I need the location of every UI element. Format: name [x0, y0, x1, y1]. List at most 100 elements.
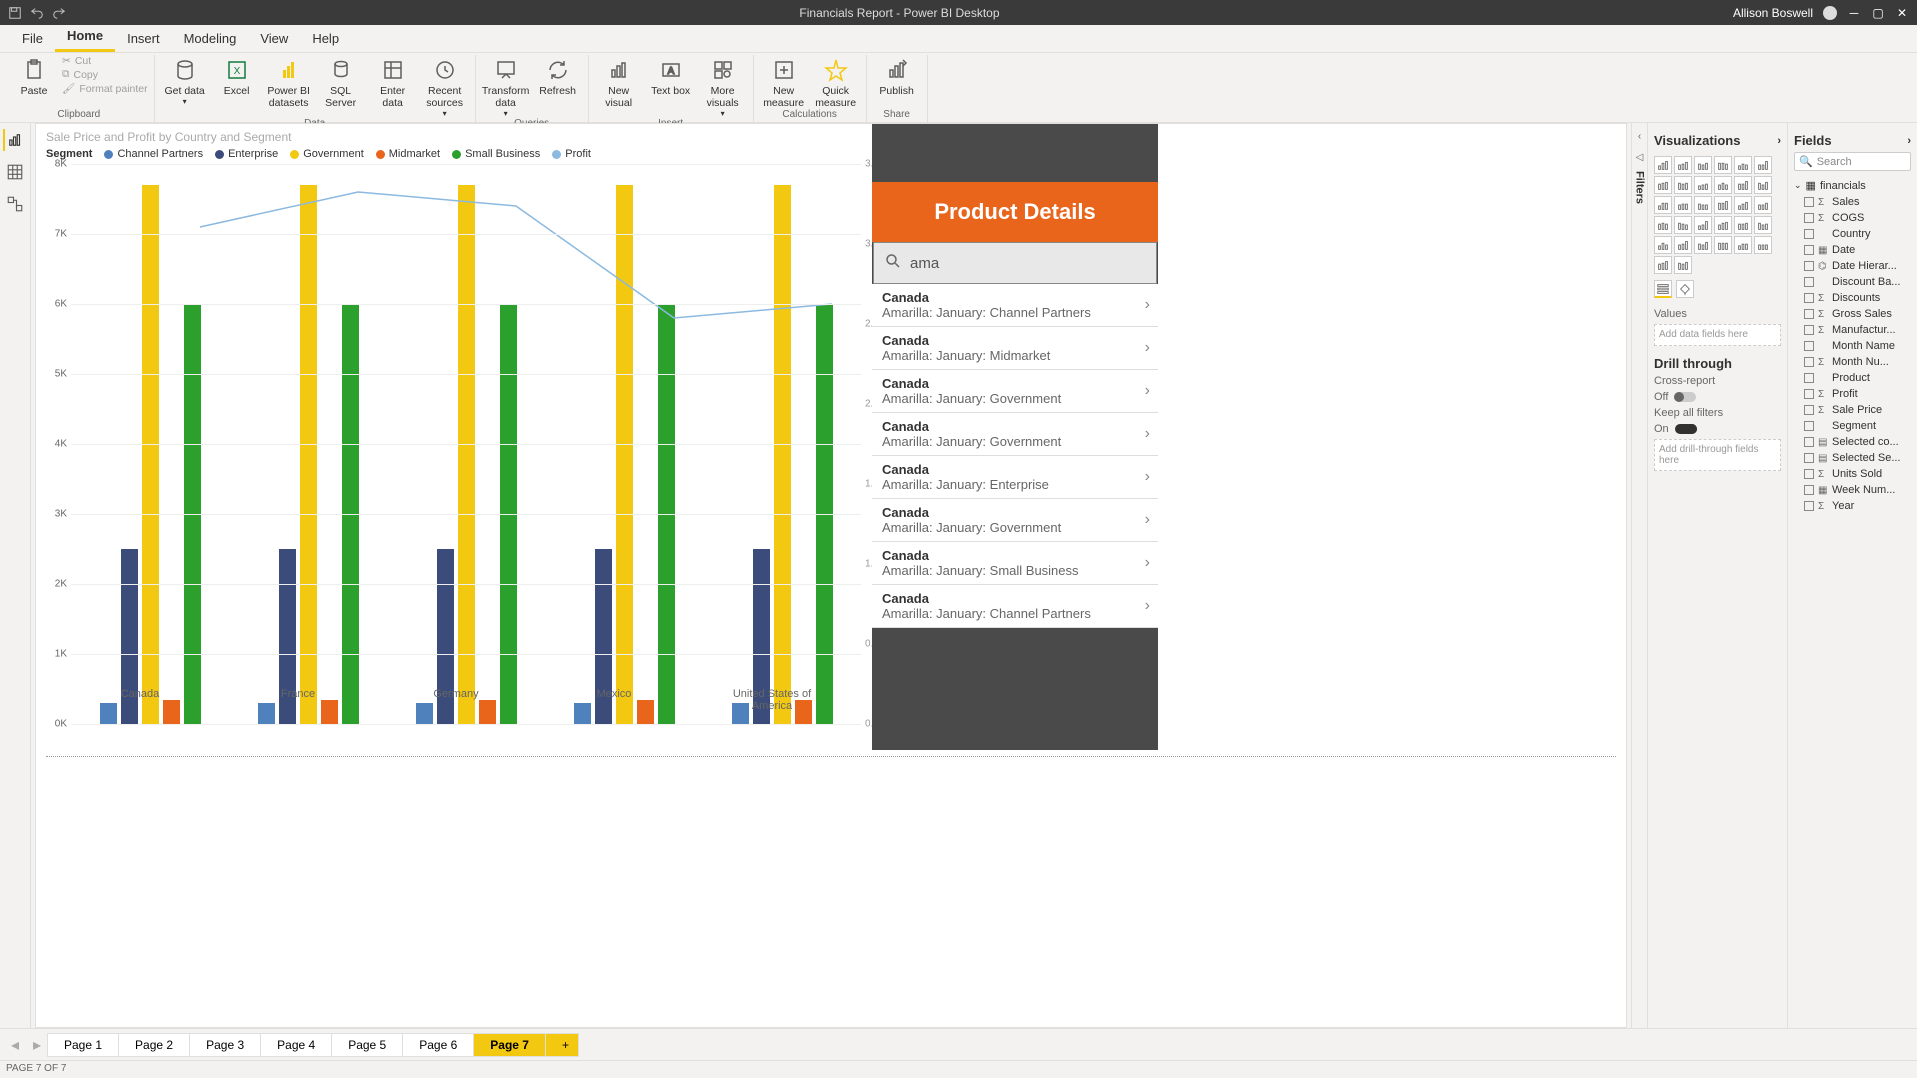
field-item[interactable]: ΣMonth Nu...	[1804, 354, 1911, 370]
filters-pane-collapsed[interactable]: ‹ ◁ Filters	[1631, 123, 1647, 1028]
product-list-item[interactable]: CanadaAmarilla: January: Government›	[872, 413, 1158, 456]
page-tab[interactable]: Page 5	[331, 1033, 403, 1057]
viz-type-icon[interactable]	[1714, 156, 1732, 174]
viz-type-icon[interactable]	[1654, 236, 1672, 254]
bar[interactable]	[458, 185, 475, 724]
fields-search[interactable]: 🔍 Search	[1794, 152, 1911, 171]
field-item[interactable]: ▦Week Num...	[1804, 482, 1911, 498]
product-list-item[interactable]: CanadaAmarilla: January: Small Business›	[872, 542, 1158, 585]
minimize-icon[interactable]: ─	[1847, 6, 1861, 20]
viz-type-icon[interactable]	[1754, 176, 1772, 194]
text-box-button[interactable]: AText box	[647, 55, 695, 118]
powerbi-datasets-button[interactable]: Power BI datasets	[265, 55, 313, 118]
undo-icon[interactable]	[30, 6, 44, 20]
viz-type-icon[interactable]	[1754, 196, 1772, 214]
viz-type-icon[interactable]	[1654, 176, 1672, 194]
product-list-item[interactable]: CanadaAmarilla: January: Enterprise›	[872, 456, 1158, 499]
get-data-button[interactable]: Get data▾	[161, 55, 209, 118]
menu-modeling[interactable]: Modeling	[172, 25, 249, 52]
menu-help[interactable]: Help	[300, 25, 351, 52]
viz-type-icon[interactable]	[1654, 256, 1672, 274]
field-item[interactable]: Month Name	[1804, 338, 1911, 354]
page-tab[interactable]: Page 1	[47, 1033, 119, 1057]
field-item[interactable]: ΣCOGS	[1804, 210, 1911, 226]
report-canvas[interactable]: Sale Price and Profit by Country and Seg…	[35, 123, 1627, 1028]
viz-type-icon[interactable]	[1654, 216, 1672, 234]
bar[interactable]	[300, 185, 317, 724]
field-item[interactable]: Segment	[1804, 418, 1911, 434]
viz-type-icon[interactable]	[1734, 216, 1752, 234]
viz-type-icon[interactable]	[1654, 196, 1672, 214]
page-next-button[interactable]: ▸	[26, 1034, 48, 1056]
fields-tab-icon[interactable]	[1654, 280, 1672, 298]
field-item[interactable]: ▤Selected Se...	[1804, 450, 1911, 466]
refresh-button[interactable]: Refresh	[534, 55, 582, 118]
legend-item[interactable]: Government	[290, 148, 364, 160]
menu-view[interactable]: View	[248, 25, 300, 52]
product-search[interactable]	[873, 242, 1157, 284]
product-list-item[interactable]: CanadaAmarilla: January: Government›	[872, 499, 1158, 542]
viz-type-icon[interactable]	[1674, 236, 1692, 254]
redo-icon[interactable]	[52, 6, 66, 20]
viz-type-icon[interactable]	[1734, 156, 1752, 174]
field-item[interactable]: ▦Date	[1804, 242, 1911, 258]
sql-server-button[interactable]: SQL Server	[317, 55, 365, 118]
bar[interactable]	[142, 185, 159, 724]
viz-type-icon[interactable]	[1754, 156, 1772, 174]
new-visual-button[interactable]: New visual	[595, 55, 643, 118]
viz-type-icon[interactable]	[1674, 156, 1692, 174]
field-item[interactable]: ΣYear	[1804, 498, 1911, 514]
product-list-item[interactable]: CanadaAmarilla: January: Midmarket›	[872, 327, 1158, 370]
format-tab-icon[interactable]	[1676, 280, 1694, 298]
quick-measure-button[interactable]: Quick measure	[812, 55, 860, 109]
add-page-button[interactable]: +	[545, 1033, 579, 1057]
chart-visual[interactable]: Sale Price and Profit by Country and Seg…	[36, 124, 871, 754]
report-view-button[interactable]	[3, 129, 25, 151]
viz-type-icon[interactable]	[1734, 196, 1752, 214]
field-item[interactable]: Country	[1804, 226, 1911, 242]
paste-button[interactable]: Paste	[10, 55, 58, 109]
cut-button[interactable]: ✂Cut	[62, 55, 148, 67]
values-well[interactable]: Add data fields here	[1654, 324, 1781, 346]
field-item[interactable]: ΣDiscounts	[1804, 290, 1911, 306]
chevron-right-icon[interactable]: ›	[1777, 135, 1781, 147]
field-item[interactable]: Product	[1804, 370, 1911, 386]
model-view-button[interactable]	[4, 193, 26, 215]
menu-file[interactable]: File	[10, 25, 55, 52]
menu-home[interactable]: Home	[55, 22, 115, 52]
bar[interactable]	[774, 185, 791, 724]
product-search-input[interactable]	[910, 255, 1146, 272]
field-item[interactable]: ⌬Date Hierar...	[1804, 258, 1911, 274]
viz-type-icon[interactable]	[1694, 176, 1712, 194]
page-tab[interactable]: Page 2	[118, 1033, 190, 1057]
legend-item[interactable]: Midmarket	[376, 148, 440, 160]
close-icon[interactable]: ✕	[1895, 6, 1909, 20]
keep-filters-toggle[interactable]: On	[1654, 423, 1781, 435]
viz-type-icon[interactable]	[1694, 196, 1712, 214]
product-list-item[interactable]: CanadaAmarilla: January: Channel Partner…	[872, 284, 1158, 327]
product-details-panel[interactable]: Product Details CanadaAmarilla: January:…	[872, 124, 1158, 750]
bar[interactable]	[616, 185, 633, 724]
viz-type-icon[interactable]	[1714, 176, 1732, 194]
chevron-left-icon[interactable]: ‹	[1638, 131, 1641, 142]
page-tab[interactable]: Page 7	[473, 1033, 546, 1057]
chevron-right-icon[interactable]: ›	[1907, 135, 1911, 147]
maximize-icon[interactable]: ▢	[1871, 6, 1885, 20]
legend-item[interactable]: Small Business	[452, 148, 540, 160]
legend-item[interactable]: Profit	[552, 148, 591, 160]
enter-data-button[interactable]: Enter data	[369, 55, 417, 118]
more-visuals-button[interactable]: More visuals▾	[699, 55, 747, 118]
field-item[interactable]: ΣGross Sales	[1804, 306, 1911, 322]
viz-type-icon[interactable]	[1674, 176, 1692, 194]
page-tab[interactable]: Page 3	[189, 1033, 261, 1057]
recent-sources-button[interactable]: Recent sources▾	[421, 55, 469, 118]
viz-type-icon[interactable]	[1694, 236, 1712, 254]
field-item[interactable]: ΣSale Price	[1804, 402, 1911, 418]
selection-icon[interactable]: ◁	[1636, 152, 1644, 163]
excel-button[interactable]: XExcel	[213, 55, 261, 118]
new-measure-button[interactable]: New measure	[760, 55, 808, 109]
viz-type-icon[interactable]	[1654, 156, 1672, 174]
page-prev-button[interactable]: ◂	[4, 1034, 26, 1056]
field-item[interactable]: ΣSales	[1804, 194, 1911, 210]
data-view-button[interactable]	[4, 161, 26, 183]
